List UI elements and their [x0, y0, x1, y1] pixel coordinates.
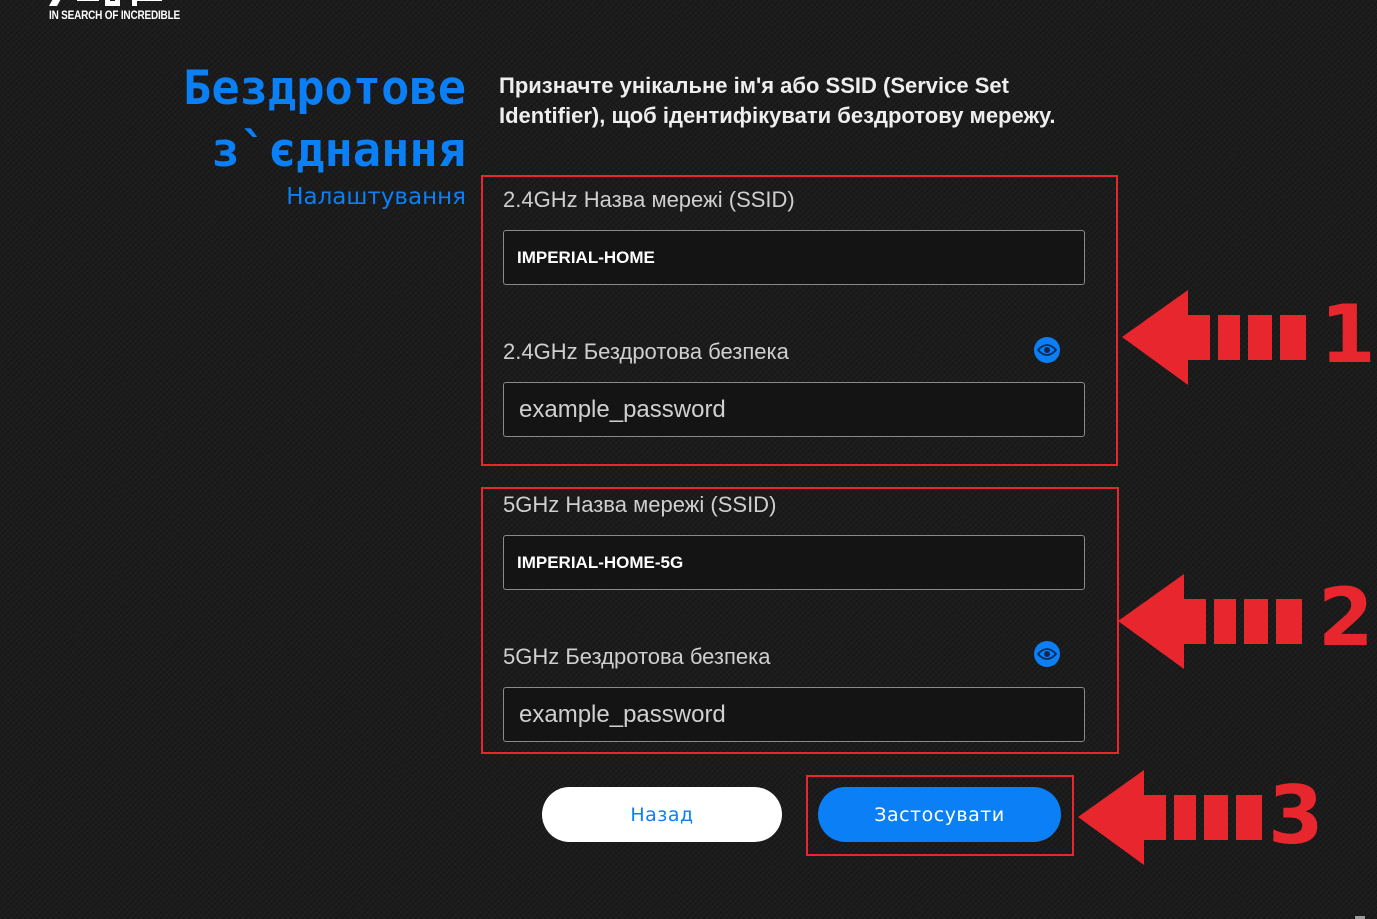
page-heading: Бездротове з`єднання Налаштування: [183, 58, 466, 210]
arrow-label-3: 3: [1268, 769, 1324, 862]
security-5-label: 5GHz Бездротова безпека: [503, 644, 771, 669]
ssid-24-label: 2.4GHz Назва мережі (SSID): [503, 187, 795, 212]
page-title: Бездротове з`єднання: [183, 61, 466, 178]
arrow-label-2: 2: [1318, 571, 1374, 664]
security-24-label: 2.4GHz Бездротова безпека: [503, 339, 789, 364]
eye-icon-glyph: [1037, 648, 1057, 660]
password-5-value: example_password: [519, 700, 726, 728]
eye-icon-glyph: [1037, 344, 1057, 356]
asus-logo: IN SEARCH OF INCREDIBLE: [47, 0, 180, 24]
logo-tagline: IN SEARCH OF INCREDIBLE: [49, 10, 180, 23]
ssid-5-label: 5GHz Назва мережі (SSID): [503, 492, 777, 517]
back-button[interactable]: Назад: [542, 787, 782, 842]
ssid-24-value: IMPERIAL-HOME: [517, 247, 655, 267]
apply-button[interactable]: Застосувати: [818, 787, 1061, 842]
red-arrow-2-icon: [1118, 574, 1302, 669]
page-subtitle: Налаштування: [286, 184, 466, 210]
password-24-input[interactable]: example_password: [503, 382, 1085, 437]
red-arrow-1-icon: [1122, 290, 1306, 385]
eye-icon[interactable]: [1034, 337, 1060, 363]
ssid-24-input[interactable]: IMPERIAL-HOME: [503, 230, 1085, 285]
eye-icon[interactable]: [1034, 641, 1060, 667]
password-24-value: example_password: [519, 395, 726, 423]
ssid-5-value: IMPERIAL-HOME-5G: [517, 552, 684, 572]
asus-logo-mark: [49, 0, 162, 6]
password-5-input[interactable]: example_password: [503, 687, 1085, 742]
arrow-label-1: 1: [1320, 288, 1376, 381]
ssid-5-input[interactable]: IMPERIAL-HOME-5G: [503, 535, 1085, 590]
page-description: Призначте унікальне ім'я або SSID (Servi…: [499, 73, 1056, 128]
red-arrow-3-icon: [1078, 770, 1262, 865]
